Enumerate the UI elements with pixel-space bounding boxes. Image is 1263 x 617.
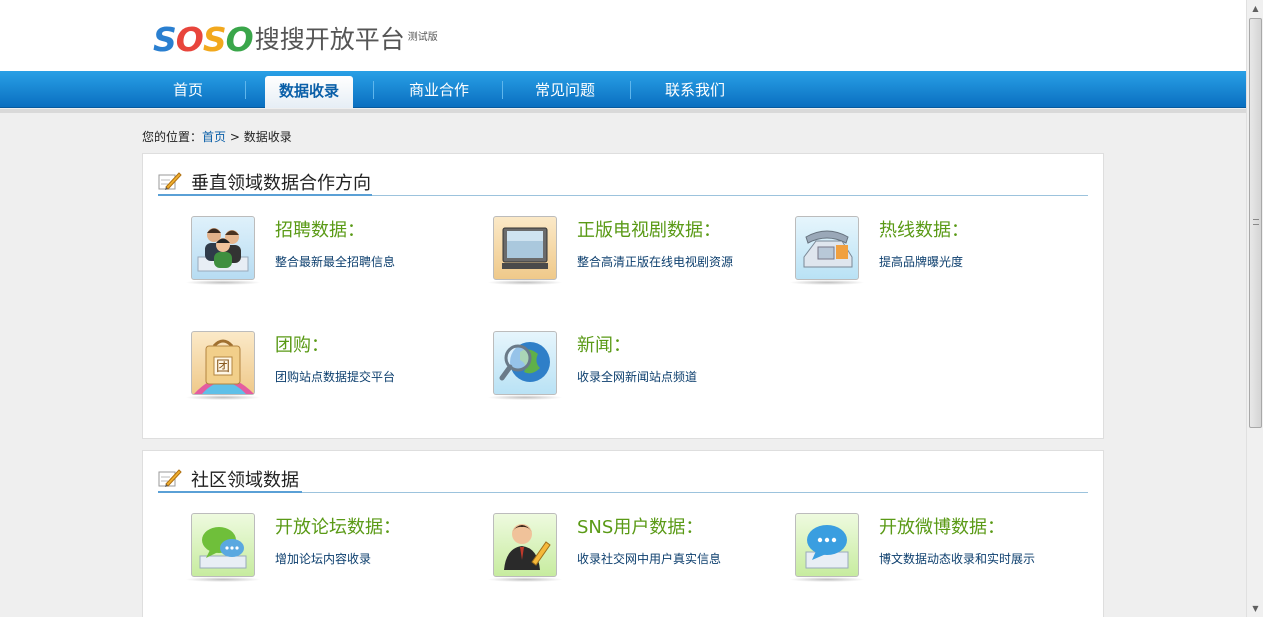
nav-item-faq[interactable]: 常见问题 bbox=[516, 71, 614, 108]
nav-separator bbox=[245, 81, 246, 99]
user-pen-icon bbox=[493, 513, 557, 577]
data-item-desc: 收录社交网中用户真实信息 bbox=[577, 552, 722, 566]
data-item-group-buy[interactable]: 团 团购： 团购站点数据提交平台 bbox=[159, 331, 459, 411]
beta-badge: 测试版 bbox=[407, 32, 438, 43]
data-item-desc: 提高品牌曝光度 bbox=[879, 255, 964, 269]
data-item-desc: 整合高清正版在线电视剧资源 bbox=[577, 255, 734, 269]
breadcrumb-separator: > bbox=[229, 130, 240, 144]
scrollbar-thumb[interactable] bbox=[1249, 18, 1262, 428]
svg-text:团: 团 bbox=[216, 359, 230, 375]
data-item-news[interactable]: 新闻： 收录全网新闻站点频道 bbox=[461, 331, 761, 411]
speech-bubble-icon bbox=[795, 513, 859, 577]
data-item-jobs[interactable]: 招聘数据： 整合最新最全招聘信息 bbox=[159, 216, 459, 296]
panel-title: 社区领域数据 bbox=[191, 470, 299, 491]
nav-separator bbox=[630, 81, 631, 99]
nav-item-business[interactable]: 商业合作 bbox=[390, 71, 488, 108]
vertical-scrollbar[interactable]: ▲ ▼ bbox=[1246, 0, 1263, 617]
data-item-desc: 收录全网新闻站点频道 bbox=[577, 370, 698, 384]
nav-item-contact[interactable]: 联系我们 bbox=[646, 71, 744, 108]
nav-separator bbox=[502, 81, 503, 99]
data-item-sns[interactable]: SNS用户数据： 收录社交网中用户真实信息 bbox=[461, 513, 761, 593]
breadcrumb-current: 数据收录 bbox=[243, 130, 292, 144]
logo-soso: SOSO bbox=[153, 20, 254, 59]
breadcrumb-label: 您的位置： bbox=[142, 130, 203, 144]
panel-title: 垂直领域数据合作方向 bbox=[191, 173, 371, 194]
tv-icon bbox=[493, 216, 557, 280]
data-item-hotline[interactable]: 热线数据： 提高品牌曝光度 bbox=[763, 216, 1063, 296]
nav-item-home[interactable]: 首页 bbox=[132, 71, 244, 108]
data-item-desc: 团购站点数据提交平台 bbox=[275, 370, 396, 384]
people-icon bbox=[191, 216, 255, 280]
data-item-title: 热线数据： bbox=[879, 220, 969, 241]
data-item-title: SNS用户数据： bbox=[577, 517, 704, 538]
data-item-weibo[interactable]: 开放微博数据： 博文数据动态收录和实时展示 bbox=[763, 513, 1063, 593]
vertical-data-panel: 垂直领域数据合作方向 招聘数据： 整合最新最全招聘信息 正版电视剧数据： 整合高… bbox=[142, 153, 1104, 439]
nav-separator bbox=[373, 81, 374, 99]
data-item-forum[interactable]: 开放论坛数据： 增加论坛内容收录 bbox=[159, 513, 459, 593]
data-item-title: 团购： bbox=[275, 335, 329, 356]
breadcrumb-home-link[interactable]: 首页 bbox=[202, 130, 226, 144]
breadcrumb: 您的位置：首页 > 数据收录 bbox=[142, 128, 292, 145]
data-item-desc: 整合最新最全招聘信息 bbox=[275, 255, 396, 269]
data-item-title: 开放论坛数据： bbox=[275, 517, 401, 538]
data-item-title: 新闻： bbox=[577, 335, 631, 356]
scroll-down-arrow-icon[interactable]: ▼ bbox=[1247, 600, 1263, 617]
data-item-desc: 博文数据动态收录和实时展示 bbox=[879, 552, 1036, 566]
edit-pen-icon bbox=[158, 172, 182, 190]
community-data-panel: 社区领域数据 开放论坛数据： 增加论坛内容收录 SNS用户数据： 收录社交网中用… bbox=[142, 450, 1104, 617]
logo[interactable]: SOSO 搜搜开放平台 测试版 bbox=[153, 22, 438, 58]
data-item-title: 正版电视剧数据： bbox=[577, 220, 721, 241]
edit-pen-icon bbox=[158, 469, 182, 487]
grip-icon bbox=[1253, 219, 1259, 225]
data-item-tv[interactable]: 正版电视剧数据： 整合高清正版在线电视剧资源 bbox=[461, 216, 761, 296]
globe-magnifier-icon bbox=[493, 331, 557, 395]
data-item-desc: 增加论坛内容收录 bbox=[275, 552, 372, 566]
scroll-up-arrow-icon[interactable]: ▲ bbox=[1247, 0, 1263, 17]
chat-bubbles-icon bbox=[191, 513, 255, 577]
data-item-title: 招聘数据： bbox=[275, 220, 365, 241]
data-item-title: 开放微博数据： bbox=[879, 517, 1005, 538]
shopping-bag-icon: 团 bbox=[191, 331, 255, 395]
nav-stripe bbox=[0, 109, 1246, 113]
header: SOSO 搜搜开放平台 测试版 bbox=[0, 0, 1246, 71]
telephone-icon bbox=[795, 216, 859, 280]
logo-title: 搜搜开放平台 bbox=[254, 25, 405, 54]
main-nav: 首页 数据收录 商业合作 常见问题 联系我们 bbox=[0, 71, 1246, 108]
nav-item-data[interactable]: 数据收录 bbox=[265, 76, 353, 108]
